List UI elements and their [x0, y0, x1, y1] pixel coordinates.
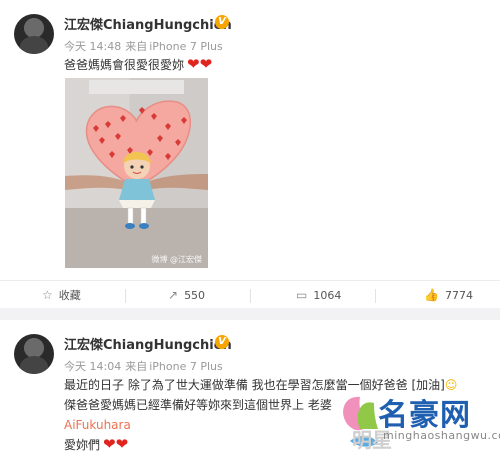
heart-pillow-illustration: [65, 100, 208, 229]
v-badge-icon: V: [215, 335, 229, 349]
username[interactable]: 江宏傑ChiangHungchieh: [64, 14, 232, 33]
comment-icon: ▭: [296, 288, 308, 302]
repost-button[interactable]: ↗ 550: [168, 281, 205, 309]
like-button[interactable]: 👍 7774: [424, 281, 473, 309]
username[interactable]: 江宏傑ChiangHungchieh: [64, 334, 232, 353]
post-text: 爸爸媽媽會很愛很愛妳 ❤❤: [64, 55, 212, 74]
like-count: 7774: [444, 289, 473, 302]
post-text-line: 傑爸爸愛媽媽已經準備好等妳來到這個世界上 老婆: [64, 398, 332, 412]
comment-button[interactable]: ▭ 1064: [296, 281, 341, 309]
mention-link[interactable]: AiFukuhara: [64, 416, 131, 434]
timestamp[interactable]: 今天 14:04: [64, 360, 121, 373]
source-prefix: 来自: [125, 40, 148, 53]
device-name[interactable]: iPhone 7 Plus: [149, 40, 223, 53]
repost-icon: ↗: [168, 288, 179, 302]
post-meta: 今天 14:48 来自 iPhone 7 Plus: [64, 38, 223, 54]
post-text-content: 愛妳們: [64, 438, 101, 452]
avatar[interactable]: [14, 334, 54, 374]
like-icon: 👍: [424, 288, 439, 302]
post-photo[interactable]: 微博 @江宏傑: [65, 78, 208, 268]
post-text-line: 愛妳們 ❤❤: [64, 435, 128, 454]
watermark-url: minghaoshangwu.com: [383, 429, 500, 442]
source-prefix: 来自: [125, 360, 148, 373]
avatar[interactable]: [14, 14, 54, 54]
post-text-content: 爸爸媽媽會很愛很愛妳: [64, 58, 185, 72]
favorite-label: 收藏: [58, 289, 81, 302]
post-meta: 今天 14:04 来自 iPhone 7 Plus: [64, 358, 223, 374]
post-toolbar: ☆ 收藏 ↗ 550 ▭ 1064 👍 7774: [0, 280, 500, 309]
divider: [375, 289, 376, 303]
divider: [125, 289, 126, 303]
favorite-icon: ☆: [42, 288, 53, 302]
v-badge-icon: V: [215, 15, 229, 29]
heart-icon: ❤❤: [103, 435, 129, 453]
device-name[interactable]: iPhone 7 Plus: [149, 360, 223, 373]
divider: [250, 289, 251, 303]
favorite-button[interactable]: ☆ 收藏: [42, 281, 81, 309]
repost-count: 550: [184, 289, 206, 302]
comment-count: 1064: [313, 289, 342, 302]
timestamp[interactable]: 今天 14:48: [64, 40, 121, 53]
weibo-post-1: 江宏傑ChiangHungchieh V 今天 14:48 来自 iPhone 7 …: [0, 0, 500, 308]
heart-icon: ❤❤: [187, 55, 213, 73]
watermark-title: 名豪网: [378, 398, 471, 433]
photo-watermark: 微博 @江宏傑: [151, 255, 202, 264]
